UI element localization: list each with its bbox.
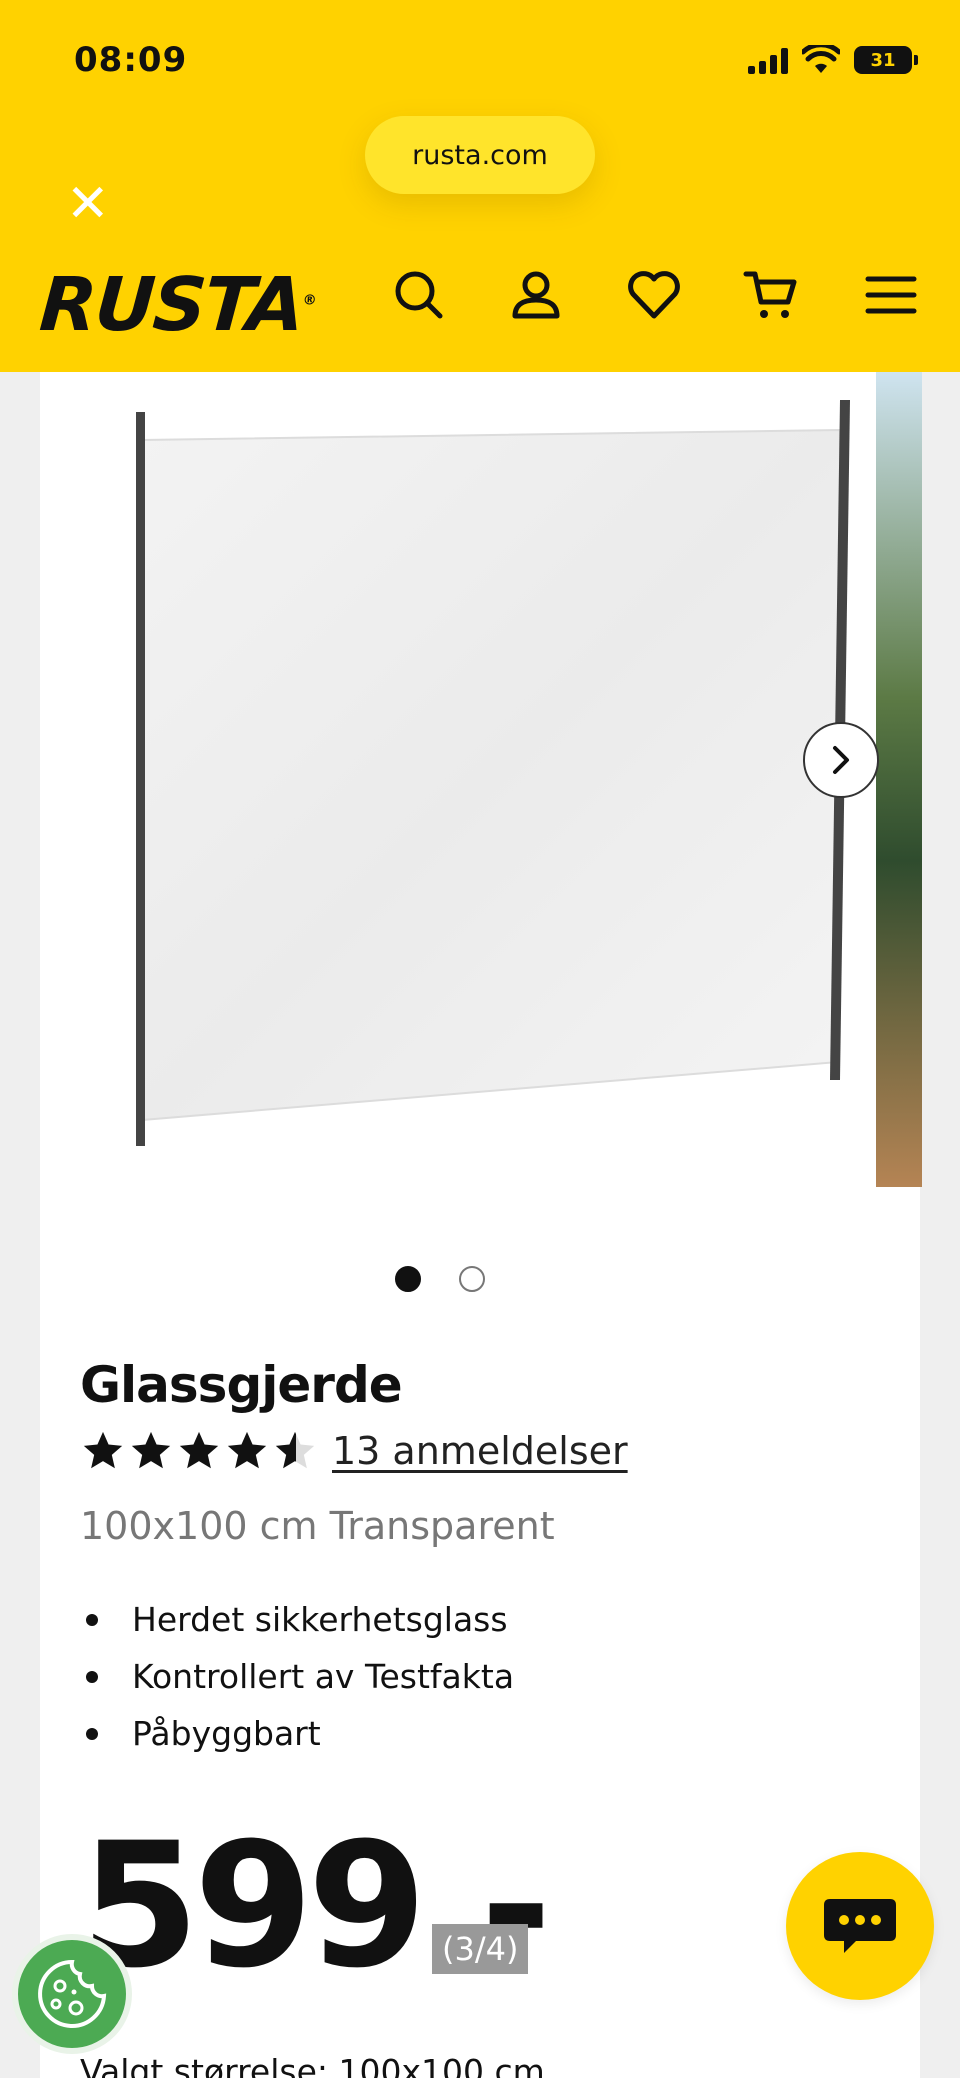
menu-icon[interactable] — [862, 266, 920, 324]
star-icon — [131, 1431, 171, 1469]
cellular-signal-icon — [748, 46, 788, 74]
image-counter: (3/4) — [432, 1924, 529, 1974]
half-star-icon — [275, 1431, 315, 1469]
feature-list: Herdet sikkerhetsglass Kontrollert av Te… — [80, 1600, 514, 1771]
selected-size: Valgt størrelse: 100x100 cm — [80, 2052, 545, 2078]
battery-icon: 31 — [854, 46, 918, 74]
cart-icon[interactable] — [742, 266, 800, 324]
logo-text: RUSTA — [36, 262, 306, 348]
heart-icon[interactable] — [625, 266, 683, 324]
close-icon[interactable]: ✕ — [66, 178, 110, 230]
chevron-right-icon — [833, 746, 849, 774]
rating-stars — [80, 1428, 318, 1474]
chat-button[interactable] — [786, 1852, 934, 2000]
gallery-dot-1[interactable] — [395, 1266, 421, 1292]
star-icon — [179, 1431, 219, 1469]
site-header: 08:09 31 rusta.com ✕ RUSTA® — [0, 0, 960, 372]
product-image-gallery[interactable] — [40, 372, 880, 1192]
wifi-icon — [802, 45, 840, 73]
next-slide-preview — [876, 372, 922, 1187]
feature-item: Påbyggbart — [80, 1714, 514, 1753]
product-variant: 100x100 cm Transparent — [80, 1504, 555, 1548]
gallery-dots — [0, 1266, 920, 1292]
product-title: Glassgjerde — [80, 1356, 403, 1414]
product-image — [136, 400, 850, 1146]
cookie-settings-button[interactable] — [12, 1934, 132, 2054]
search-icon[interactable] — [390, 266, 448, 324]
battery-level: 31 — [870, 49, 896, 71]
gallery-dot-2[interactable] — [459, 1266, 485, 1292]
status-icons: 31 — [748, 42, 918, 78]
chat-icon — [824, 1899, 896, 1953]
selected-size-value: 100x100 cm — [338, 2052, 545, 2078]
star-icon — [83, 1431, 123, 1469]
url-text: rusta.com — [412, 139, 548, 171]
rusta-logo[interactable]: RUSTA® — [37, 262, 317, 348]
selected-size-label: Valgt størrelse: — [80, 2052, 329, 2078]
reviews-link[interactable]: 13 anmeldelser — [332, 1429, 628, 1473]
feature-item: Kontrollert av Testfakta — [80, 1657, 514, 1696]
star-icon — [227, 1431, 267, 1469]
feature-item: Herdet sikkerhetsglass — [80, 1600, 514, 1639]
product-rating: 13 anmeldelser — [80, 1428, 628, 1474]
cookie-icon — [38, 1959, 107, 2028]
status-time: 08:09 — [74, 40, 188, 80]
url-bar[interactable]: rusta.com — [365, 116, 595, 194]
gallery-next-button[interactable] — [803, 722, 879, 798]
user-icon[interactable] — [507, 266, 565, 324]
